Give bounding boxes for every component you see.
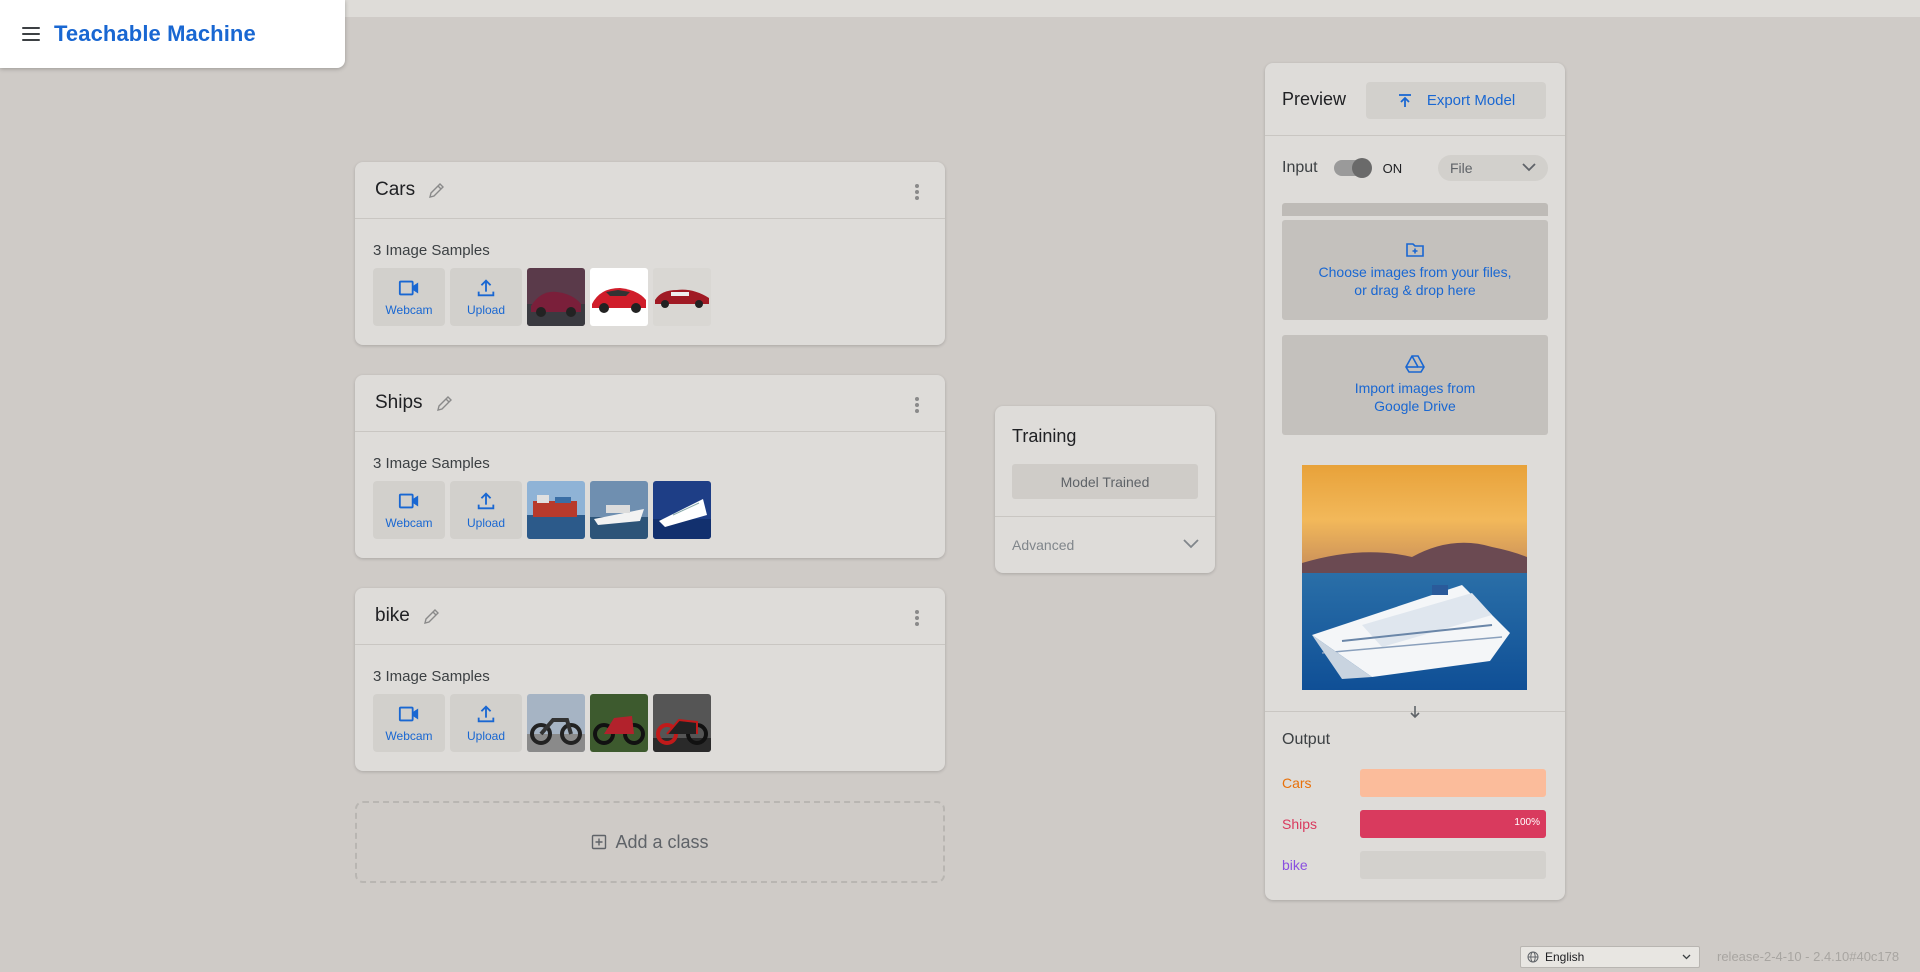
preview-panel: Preview Export Model Input ON File Choos… [1265, 63, 1565, 900]
export-label: Export Model [1426, 92, 1516, 109]
upload-label: Upload [466, 516, 506, 530]
add-class-label: Add a class [615, 831, 709, 852]
webcam-button[interactable]: Webcam [373, 694, 445, 752]
class-card-cars: Cars 3 Image Samples Webcam Upload [355, 162, 945, 345]
advanced-toggle[interactable]: Advanced [995, 516, 1215, 573]
training-title: Training [1012, 426, 1077, 446]
menu-icon[interactable] [22, 27, 40, 41]
chevron-down-icon [1682, 954, 1691, 960]
samples-count: 3 Image Samples [373, 455, 490, 472]
sample-thumbnail[interactable] [653, 268, 711, 326]
class-name[interactable]: Ships [375, 392, 423, 414]
export-model-button[interactable]: Export Model [1366, 82, 1546, 119]
google-drive-import[interactable]: Import images from Google Drive [1282, 335, 1548, 435]
app-header: Teachable Machine [0, 0, 345, 68]
class-card-header: Ships [355, 375, 945, 432]
release-version: release-2-4-10 - 2.4.10#40c178 [1717, 949, 1900, 964]
preview-header: Preview Export Model [1265, 63, 1565, 136]
pencil-icon[interactable] [435, 393, 455, 413]
input-strip [1282, 203, 1548, 216]
output-label: Cars [1282, 775, 1312, 791]
input-toggle[interactable] [1333, 158, 1372, 178]
webcam-label: Webcam [385, 729, 433, 743]
class-name[interactable]: bike [375, 605, 410, 627]
globe-icon [1527, 951, 1539, 963]
sample-thumbnail[interactable] [527, 694, 585, 752]
samples-count: 3 Image Samples [373, 668, 490, 685]
confidence-percent: 100% [1514, 817, 1540, 828]
drive-line2: Google Drive [1374, 398, 1456, 414]
class-card-header: bike [355, 588, 945, 645]
class-name[interactable]: Cars [375, 179, 415, 201]
choose-files-line1: Choose images from your files, [1318, 264, 1512, 280]
class-card-ships: Ships 3 Image Samples Webcam Upload [355, 375, 945, 558]
advanced-label: Advanced [1012, 537, 1075, 553]
webcam-button[interactable]: Webcam [373, 268, 445, 326]
upload-button[interactable]: Upload [450, 694, 522, 752]
output-row-cars: Cars [1282, 769, 1548, 797]
sample-thumbnail[interactable] [590, 481, 648, 539]
upload-icon [477, 705, 495, 723]
input-source-value: File [1450, 160, 1473, 176]
class-card-header: Cars [355, 162, 945, 219]
webcam-button[interactable]: Webcam [373, 481, 445, 539]
sample-thumbnail[interactable] [527, 268, 585, 326]
chevron-down-icon [1522, 163, 1536, 172]
chevron-down-icon [1183, 539, 1199, 549]
sample-thumbnail[interactable] [653, 694, 711, 752]
samples-count: 3 Image Samples [373, 242, 490, 259]
google-drive-icon [1405, 355, 1425, 373]
webcam-icon [398, 493, 419, 509]
arrow-down-icon [1410, 706, 1420, 719]
confidence-bar [1360, 851, 1546, 879]
more-vert-icon[interactable] [915, 397, 919, 413]
more-vert-icon[interactable] [915, 610, 919, 626]
train-model-button[interactable]: Model Trained [1012, 464, 1198, 499]
upload-button[interactable]: Upload [450, 268, 522, 326]
input-label: Input [1282, 159, 1318, 176]
sample-thumbnail[interactable] [590, 694, 648, 752]
output-label: bike [1282, 857, 1308, 873]
input-row: Input ON File [1282, 155, 1548, 181]
app-title[interactable]: Teachable Machine [54, 21, 256, 47]
upload-label: Upload [466, 303, 506, 317]
drive-line1: Import images from [1354, 380, 1476, 396]
confidence-bar: 100% [1360, 810, 1546, 838]
toggle-state: ON [1382, 160, 1403, 176]
output-row-ships: Ships 100% [1282, 810, 1548, 838]
pencil-icon[interactable] [427, 180, 447, 200]
webcam-icon [398, 280, 419, 296]
more-vert-icon[interactable] [915, 184, 919, 200]
webcam-label: Webcam [385, 516, 433, 530]
add-box-icon [592, 834, 607, 850]
folder-add-icon [1406, 243, 1424, 257]
confidence-bar [1360, 769, 1546, 797]
upload-button[interactable]: Upload [450, 481, 522, 539]
webcam-icon [398, 706, 419, 722]
preview-image [1302, 465, 1527, 690]
sample-thumbnail[interactable] [653, 481, 711, 539]
file-drop-zone[interactable]: Choose images from your files, or drag &… [1282, 220, 1548, 320]
output-title: Output [1282, 731, 1331, 748]
preview-title: Preview [1282, 89, 1347, 109]
export-icon [1398, 93, 1411, 107]
upload-icon [477, 279, 495, 297]
input-source-select[interactable]: File [1438, 155, 1548, 181]
training-panel: Training Model Trained Advanced [995, 406, 1215, 573]
language-select[interactable]: English [1520, 946, 1700, 968]
output-row-bike: bike [1282, 851, 1548, 879]
sample-thumbnail[interactable] [590, 268, 648, 326]
class-card-bike: bike 3 Image Samples Webcam Upload [355, 588, 945, 771]
upload-label: Upload [466, 729, 506, 743]
output-label: Ships [1282, 816, 1318, 832]
pencil-icon[interactable] [422, 606, 442, 626]
upload-icon [477, 492, 495, 510]
language-value: English [1545, 950, 1585, 964]
choose-files-line2: or drag & drop here [1354, 282, 1476, 298]
sample-thumbnail[interactable] [527, 481, 585, 539]
add-class-button[interactable]: Add a class [355, 801, 945, 883]
webcam-label: Webcam [385, 303, 433, 317]
